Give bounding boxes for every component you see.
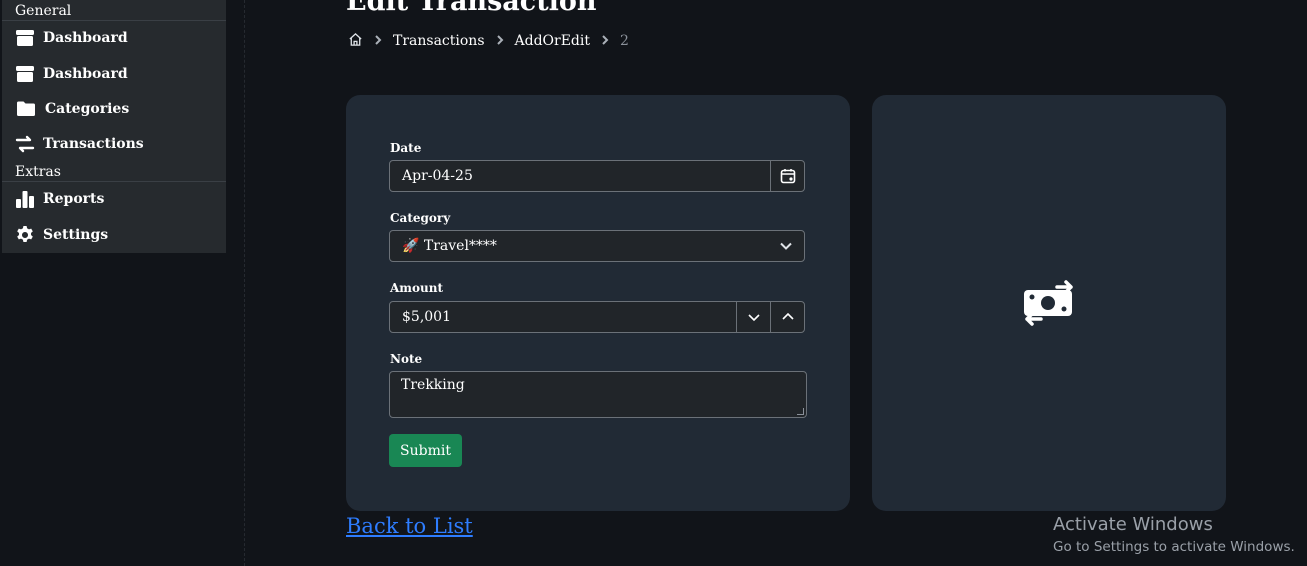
- amount-decrement-button[interactable]: [736, 302, 770, 332]
- home-icon[interactable]: [348, 32, 363, 51]
- sidebar-item-label: Dashboard: [43, 66, 128, 82]
- breadcrumb-link-transactions[interactable]: Transactions: [393, 33, 485, 49]
- sidebar-item-reports[interactable]: Reports: [15, 186, 104, 212]
- category-value: 🚀 Travel****: [402, 238, 497, 254]
- box-icon: [16, 66, 34, 82]
- sidebar-item-transactions[interactable]: Transactions: [15, 131, 144, 157]
- sidebar-divider: [2, 181, 226, 182]
- folder-icon: [17, 101, 35, 116]
- sidebar-section-general: General: [15, 3, 72, 19]
- amount-increment-button[interactable]: [770, 302, 804, 332]
- watermark-subtitle: Go to Settings to activate Windows.: [1053, 539, 1295, 555]
- bar-chart-icon: [16, 191, 34, 208]
- sidebar-item-settings[interactable]: Settings: [15, 222, 108, 248]
- breadcrumb-link-addoredit[interactable]: AddOrEdit: [515, 33, 591, 49]
- category-select[interactable]: 🚀 Travel****: [389, 230, 805, 262]
- illustration-card: [872, 95, 1226, 511]
- transfer-icon: [15, 135, 35, 153]
- sidebar-divider: [2, 20, 226, 21]
- category-label: Category: [390, 211, 451, 225]
- resize-handle[interactable]: [797, 408, 804, 415]
- note-textarea[interactable]: Trekking: [389, 371, 807, 418]
- sidebar-item-label: Settings: [43, 227, 109, 243]
- amount-label: Amount: [390, 281, 444, 295]
- sidebar: General Dashboard Dashboard Categories T…: [2, 0, 226, 253]
- back-to-list-link[interactable]: Back to List: [346, 514, 473, 538]
- chevron-up-icon: [781, 312, 794, 320]
- submit-button[interactable]: Submit: [389, 434, 462, 467]
- sidebar-item-categories[interactable]: Categories: [15, 96, 129, 122]
- note-label: Note: [390, 352, 423, 366]
- amount-value: $5,001: [402, 309, 451, 325]
- chevron-right-icon: [600, 33, 610, 49]
- chevron-down-icon: [768, 239, 804, 253]
- gear-icon: [17, 226, 33, 242]
- sidebar-item-label: Dashboard: [43, 30, 128, 46]
- chevron-down-icon: [747, 314, 760, 322]
- chevron-right-icon: [373, 33, 383, 49]
- sidebar-item-label: Reports: [43, 191, 105, 207]
- chevron-right-icon: [495, 33, 505, 49]
- breadcrumb: Transactions AddOrEdit 2: [348, 31, 629, 51]
- page-title: Edit Transaction: [346, 0, 597, 17]
- watermark-title: Activate Windows: [1053, 514, 1213, 535]
- sidebar-item-label: Categories: [45, 101, 130, 117]
- sidebar-item-dashboard[interactable]: Dashboard: [15, 25, 128, 51]
- money-transfer-icon: [1024, 280, 1073, 326]
- note-value: Trekking: [401, 377, 465, 393]
- sidebar-item-label: Transactions: [43, 136, 144, 152]
- page-divider: [244, 0, 245, 566]
- transaction-form-card: Date Apr-04-25 Category 🚀 Travel**** Amo…: [346, 95, 850, 511]
- box-icon: [16, 30, 34, 46]
- date-label: Date: [390, 141, 422, 155]
- date-value: Apr-04-25: [402, 168, 473, 184]
- sidebar-item-dashboard-2[interactable]: Dashboard: [15, 61, 128, 87]
- date-field[interactable]: Apr-04-25: [389, 160, 805, 192]
- amount-field[interactable]: $5,001: [389, 301, 805, 333]
- calendar-icon: [780, 169, 795, 184]
- activate-windows-watermark: Activate Windows Go to Settings to activ…: [1053, 514, 1295, 558]
- calendar-button[interactable]: [770, 161, 804, 191]
- sidebar-section-extras: Extras: [15, 164, 61, 180]
- breadcrumb-current: 2: [620, 33, 629, 49]
